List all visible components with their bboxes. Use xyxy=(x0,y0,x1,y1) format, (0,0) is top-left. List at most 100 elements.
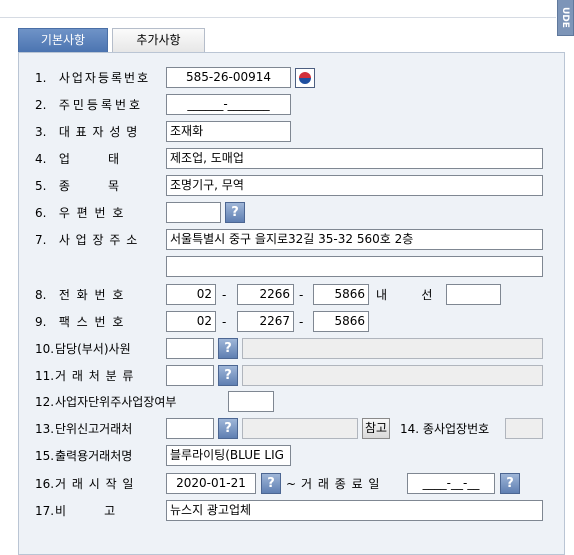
row-unit-report-client: 13.단위신고거래처 ? 참고 14. 종사업장번호 xyxy=(19,418,564,440)
resident-number-field[interactable]: ______-_______ xyxy=(166,94,291,115)
row-print-client-name: 15.출력용거래처명 블루라이팅(BLUE LIG xyxy=(19,445,564,467)
trade-end-label: 거 래 종 료 일 xyxy=(301,477,380,491)
reference-button[interactable]: 참고 xyxy=(362,418,390,439)
staff-code-field[interactable] xyxy=(166,338,214,359)
tab-basic[interactable]: 기본사항 xyxy=(18,28,108,53)
unit-report-client-name-field xyxy=(242,418,358,439)
unit-report-client-help-button[interactable]: ? xyxy=(218,418,238,439)
staff-label: 담당(부서)사원 xyxy=(55,342,131,356)
row-number: 2. xyxy=(35,98,47,112)
business-item-label: 종 목 xyxy=(58,179,120,193)
phone-area-field[interactable]: 02 xyxy=(166,284,216,305)
row-business-number: 1. 사업자등록번호 585-26-00914 xyxy=(19,67,564,89)
question-mark-icon: ? xyxy=(224,421,232,436)
dash: - xyxy=(222,315,227,329)
fax-prefix-field[interactable]: 2267 xyxy=(237,311,294,332)
row-business-type: 4. 업 태 제조업, 도매업 xyxy=(19,148,564,170)
row-number: 6. xyxy=(35,206,47,220)
question-mark-icon: ? xyxy=(267,476,275,491)
row-fax: 9. 팩 스 번 호 02 - 2267 - 5866 xyxy=(19,311,564,333)
row-client-category: 11.거 래 처 분 류 ? xyxy=(19,365,564,387)
row-number: 16. xyxy=(35,477,55,491)
question-mark-icon: ? xyxy=(224,368,232,383)
phone-number-field[interactable]: 5866 xyxy=(313,284,369,305)
form-panel: 1. 사업자등록번호 585-26-00914 2. 주민등록번호 ______… xyxy=(18,52,565,555)
extension-field[interactable] xyxy=(446,284,501,305)
row-number: 7. xyxy=(35,233,47,247)
trade-start-label: 거 래 시 작 일 xyxy=(55,477,134,491)
question-mark-icon: ? xyxy=(224,341,232,356)
row-representative: 3. 대 표 자 성 명 조재화 xyxy=(19,121,564,143)
row-number: 15. xyxy=(35,449,55,463)
unit-main-site-label: 사업자단위주사업장여부 xyxy=(55,395,177,409)
unit-report-client-code-field[interactable] xyxy=(166,418,214,439)
print-client-name-field[interactable]: 블루라이팅(BLUE LIG xyxy=(166,445,291,466)
trade-start-date-field[interactable]: 2020-01-21 xyxy=(166,473,256,494)
unit-report-client-label: 단위신고거래처 xyxy=(55,422,133,436)
dash: - xyxy=(299,288,304,302)
row-postal-code: 6. 우 편 번 호 ? xyxy=(19,202,564,224)
top-band xyxy=(0,0,556,18)
client-category-name-field xyxy=(242,365,543,386)
fax-area-field[interactable]: 02 xyxy=(166,311,216,332)
client-category-code-field[interactable] xyxy=(166,365,214,386)
unit-main-site-field[interactable] xyxy=(228,391,274,412)
row-number: 14. xyxy=(400,422,420,436)
representative-field[interactable]: 조재화 xyxy=(166,121,291,142)
row-number: 13. xyxy=(35,422,55,436)
staff-name-field xyxy=(242,338,543,359)
address-detail-field[interactable] xyxy=(166,256,543,277)
representative-label: 대 표 자 성 명 xyxy=(58,125,138,139)
fax-label: 팩 스 번 호 xyxy=(58,315,124,329)
row-address-detail xyxy=(19,256,564,278)
extension-label: 내 선 xyxy=(376,288,433,302)
staff-help-button[interactable]: ? xyxy=(218,338,238,359)
row-unit-main-site: 12.사업자단위주사업장여부 xyxy=(19,391,564,413)
postal-code-label: 우 편 번 호 xyxy=(58,206,124,220)
postal-code-field[interactable] xyxy=(166,202,221,223)
remarks-label: 비 고 xyxy=(55,504,116,518)
business-number-field[interactable]: 585-26-00914 xyxy=(166,67,291,88)
row-remarks: 17.비 고 뉴스지 광고업체 xyxy=(19,500,564,522)
fax-number-field[interactable]: 5866 xyxy=(313,311,369,332)
business-type-label: 업 태 xyxy=(58,152,120,166)
government-emblem-icon[interactable] xyxy=(295,68,315,88)
row-number: 1. xyxy=(35,71,47,85)
address-label: 사 업 장 주 소 xyxy=(58,233,138,247)
tab-additional[interactable]: 추가사항 xyxy=(112,28,205,53)
dash: - xyxy=(299,315,304,329)
trade-start-calendar-button[interactable]: ? xyxy=(261,473,281,494)
client-category-label: 거 래 처 분 류 xyxy=(55,369,134,383)
row-number: 3. xyxy=(35,125,47,139)
client-category-help-button[interactable]: ? xyxy=(218,365,238,386)
row-business-item: 5. 종 목 조명기구, 무역 xyxy=(19,175,564,197)
tilde: ~ xyxy=(286,477,297,491)
row-number: 9. xyxy=(35,315,47,329)
sub-site-number-field xyxy=(505,418,543,439)
resident-number-label: 주민등록번호 xyxy=(58,98,144,112)
question-mark-icon: ? xyxy=(231,205,239,220)
business-number-label: 사업자등록번호 xyxy=(58,71,151,85)
remarks-field[interactable]: 뉴스지 광고업체 xyxy=(166,500,543,521)
row-number: 12. xyxy=(35,395,55,409)
dash: - xyxy=(222,288,227,302)
postal-code-help-button[interactable]: ? xyxy=(225,202,245,223)
phone-label: 전 화 번 호 xyxy=(58,288,124,302)
question-mark-icon: ? xyxy=(506,476,514,491)
row-number: 8. xyxy=(35,288,47,302)
sub-site-number-label: 14. 종사업장번호 xyxy=(400,418,489,440)
row-trade-dates: 16.거 래 시 작 일 2020-01-21 ? ~ 거 래 종 료 일 __… xyxy=(19,473,564,495)
row-number: 17. xyxy=(35,504,55,518)
trade-end-calendar-button[interactable]: ? xyxy=(500,473,520,494)
print-client-name-label: 출력용거래처명 xyxy=(55,449,133,463)
business-item-field[interactable]: 조명기구, 무역 xyxy=(166,175,543,196)
phone-prefix-field[interactable]: 2266 xyxy=(237,284,294,305)
business-type-field[interactable]: 제조업, 도매업 xyxy=(166,148,543,169)
side-tab[interactable]: UDE xyxy=(557,0,574,36)
address-field[interactable]: 서울특별시 중구 을지로32길 35-32 560호 2층 xyxy=(166,229,543,250)
row-phone: 8. 전 화 번 호 02 - 2266 - 5866 내 선 xyxy=(19,284,564,306)
row-number: 4. xyxy=(35,152,47,166)
trade-end-date-field[interactable]: ____-__-__ xyxy=(407,473,495,494)
row-number: 10. xyxy=(35,342,55,356)
row-address: 7. 사 업 장 주 소 서울특별시 중구 을지로32길 35-32 560호 … xyxy=(19,229,564,251)
